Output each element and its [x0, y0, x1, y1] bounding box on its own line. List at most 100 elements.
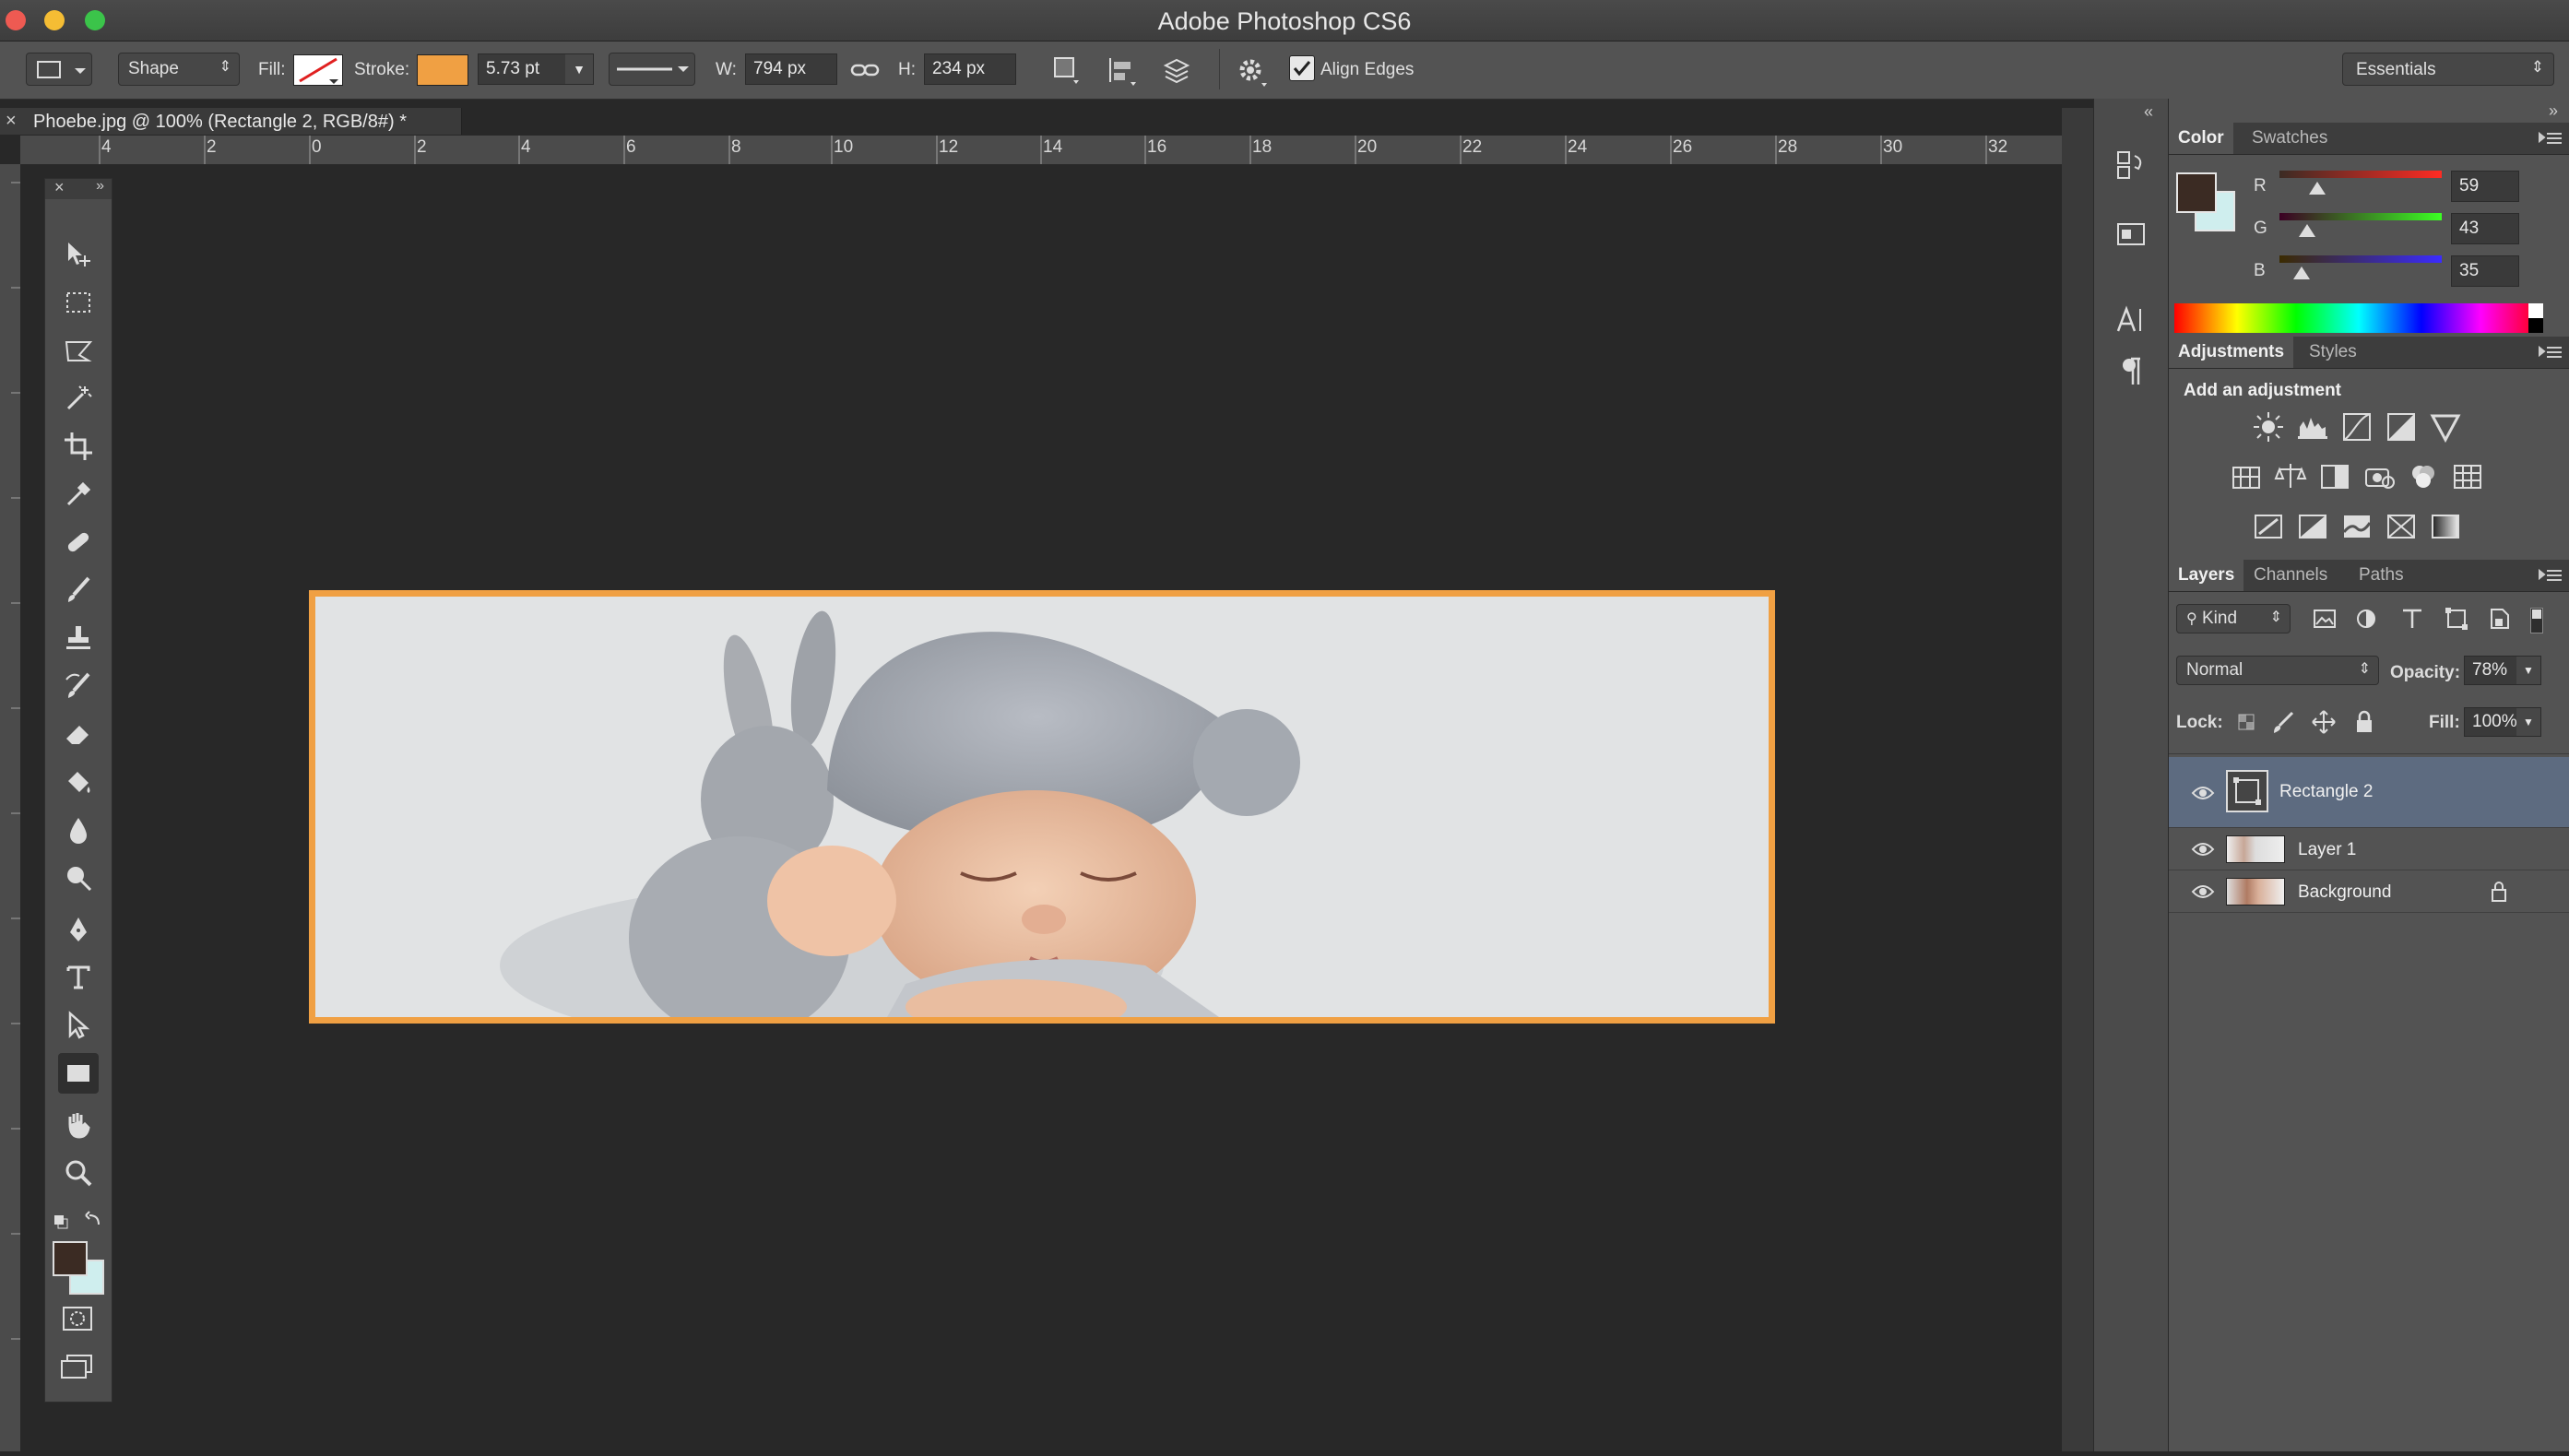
layer-row-background[interactable]: Background [2169, 871, 2569, 913]
tab-color[interactable]: Color [2169, 123, 2233, 154]
quick-mask-icon[interactable] [58, 1304, 99, 1335]
crop-tool[interactable] [58, 426, 99, 467]
pen-tool[interactable] [58, 909, 99, 950]
chevron-down-icon[interactable]: ▼ [2516, 708, 2540, 736]
move-tool[interactable] [58, 234, 99, 275]
fill-opacity-field[interactable]: 100% ▼ [2464, 707, 2541, 737]
dodge-tool[interactable] [58, 858, 99, 898]
blur-tool[interactable] [58, 810, 99, 850]
filter-shape-icon[interactable] [2444, 606, 2469, 632]
close-icon[interactable]: × [54, 178, 65, 197]
fill-swatch-button[interactable] [293, 54, 343, 86]
zoom-tool[interactable] [58, 1153, 99, 1193]
paint-bucket-tool[interactable] [58, 762, 99, 802]
channel-mixer-button[interactable] [2405, 458, 2442, 495]
exposure-button[interactable] [2383, 408, 2420, 445]
layer-row-rectangle-2[interactable]: Rectangle 2 [2169, 757, 2569, 828]
magic-wand-tool[interactable] [58, 378, 99, 419]
filter-type-icon[interactable] [2399, 606, 2425, 632]
threshold-button[interactable] [2338, 508, 2375, 545]
history-brush-tool[interactable] [58, 666, 99, 706]
red-slider-thumb[interactable] [2308, 182, 2326, 195]
path-operations-icon[interactable] [1049, 54, 1081, 86]
red-value-field[interactable]: 59 [2451, 171, 2519, 202]
link-icon[interactable] [850, 58, 880, 82]
curves-button[interactable] [2338, 408, 2375, 445]
gradient-map-button[interactable] [2427, 508, 2464, 545]
stroke-width-field[interactable]: 5.73 pt ▼ [478, 53, 594, 85]
clone-stamp-tool[interactable] [58, 618, 99, 658]
stroke-type-select[interactable] [609, 53, 695, 86]
blue-value-field[interactable]: 35 [2451, 255, 2519, 287]
vibrance-button[interactable] [2427, 408, 2464, 445]
swap-colors-icon[interactable] [51, 1210, 106, 1234]
filter-toggle-switch[interactable] [2530, 608, 2543, 633]
rectangle-tool[interactable] [58, 1053, 99, 1094]
tab-adjustments[interactable]: Adjustments [2169, 337, 2294, 368]
tab-paths[interactable]: Paths [2350, 560, 2413, 591]
levels-button[interactable] [2294, 408, 2331, 445]
properties-panel-button[interactable] [2109, 215, 2153, 255]
canvas-scrollbar[interactable] [2062, 108, 2093, 1451]
chevron-down-icon[interactable]: ▼ [565, 54, 593, 84]
rectangle-shape-with-photo[interactable] [309, 590, 1775, 1024]
blue-slider-track[interactable] [2279, 255, 2442, 263]
tool-mode-select[interactable]: Shape ⇕ [118, 53, 240, 86]
opacity-field[interactable]: 78% ▼ [2464, 656, 2541, 685]
align-edges-checkbox[interactable] [1289, 55, 1315, 81]
healing-brush-tool[interactable] [58, 522, 99, 562]
red-slider-track[interactable] [2279, 171, 2442, 178]
filter-smart-object-icon[interactable] [2486, 606, 2512, 632]
history-panel-button[interactable] [2109, 145, 2153, 185]
path-selection-tool[interactable] [58, 1005, 99, 1046]
photo-filter-button[interactable] [2361, 458, 2397, 495]
tool-preset-picker[interactable] [26, 53, 92, 86]
chevron-down-icon[interactable]: ▼ [2516, 657, 2540, 684]
panel-menu-icon[interactable] [2538, 130, 2562, 147]
path-arrangement-icon[interactable] [1158, 53, 1195, 89]
layer-row-layer-1[interactable]: Layer 1 [2169, 829, 2569, 870]
green-slider-track[interactable] [2279, 213, 2442, 220]
layer-filter-kind-select[interactable]: ⚲ Kind ⇕ [2176, 604, 2291, 633]
lock-image-pixels-icon[interactable] [2270, 709, 2296, 735]
tab-swatches[interactable]: Swatches [2243, 123, 2337, 154]
panel-menu-icon[interactable] [2538, 567, 2562, 584]
filter-adjustment-icon[interactable] [2353, 606, 2379, 632]
invert-button[interactable] [2250, 508, 2287, 545]
eyedropper-tool[interactable] [58, 474, 99, 515]
document-tab[interactable]: × Phoebe.jpg @ 100% (Rectangle 2, RGB/8#… [0, 108, 462, 135]
blend-mode-select[interactable]: Normal ⇕ [2176, 656, 2379, 685]
color-foreground-swatch[interactable] [2176, 172, 2217, 213]
tab-channels[interactable]: Channels [2244, 560, 2337, 591]
stroke-swatch-button[interactable] [417, 54, 468, 86]
height-field[interactable]: 234 px [924, 53, 1016, 85]
color-balance-button[interactable] [2272, 458, 2309, 495]
color-lookup-button[interactable] [2449, 458, 2486, 495]
green-slider-thumb[interactable] [2298, 224, 2315, 237]
character-panel-button[interactable] [2109, 300, 2153, 340]
brightness-contrast-button[interactable] [2250, 408, 2287, 445]
lock-position-icon[interactable] [2311, 709, 2337, 735]
eye-icon[interactable] [2191, 880, 2215, 904]
eye-icon[interactable] [2191, 781, 2215, 805]
lock-all-icon[interactable] [2351, 709, 2377, 735]
workspace-switcher[interactable]: Essentials ⇕ [2342, 53, 2554, 86]
lasso-tool[interactable] [58, 330, 99, 371]
paragraph-panel-button[interactable] [2109, 351, 2153, 392]
panel-menu-icon[interactable] [2538, 344, 2562, 361]
hue-saturation-button[interactable] [2228, 458, 2265, 495]
path-alignment-icon[interactable] [1105, 54, 1138, 88]
brush-tool[interactable] [58, 570, 99, 610]
expand-icon[interactable]: » [96, 178, 104, 195]
green-value-field[interactable]: 43 [2451, 213, 2519, 244]
hand-tool[interactable] [58, 1105, 99, 1145]
marquee-tool[interactable] [58, 282, 99, 323]
blue-slider-thumb[interactable] [2293, 266, 2311, 279]
filter-pixel-icon[interactable] [2309, 606, 2342, 632]
foreground-color-swatch-top[interactable] [53, 1241, 88, 1276]
posterize-button[interactable] [2294, 508, 2331, 545]
width-field[interactable]: 794 px [745, 53, 837, 85]
type-tool[interactable] [58, 957, 99, 998]
screen-mode-icon[interactable] [58, 1352, 99, 1383]
eraser-tool[interactable] [58, 714, 99, 754]
